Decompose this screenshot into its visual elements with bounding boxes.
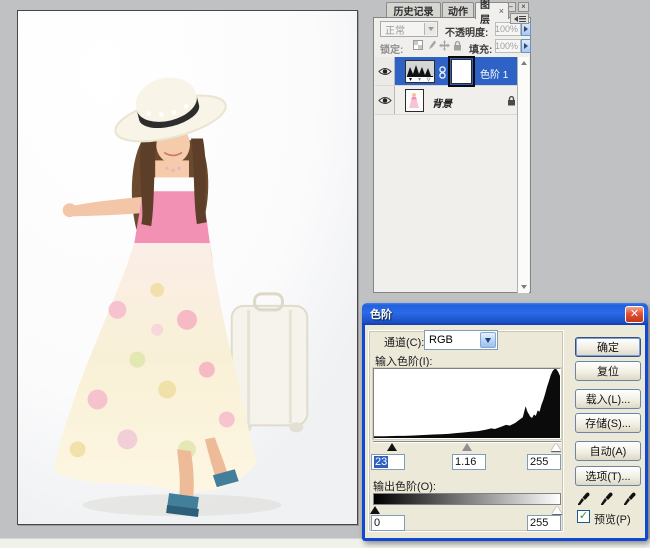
black-point-eyedropper-icon[interactable] bbox=[574, 489, 592, 507]
output-white-value: 255 bbox=[530, 517, 548, 529]
histogram-box bbox=[373, 368, 561, 439]
dialog-title: 色阶 bbox=[370, 306, 392, 322]
levels-adjustment-thumbnail[interactable] bbox=[405, 60, 435, 83]
reset-button[interactable]: 复位 bbox=[575, 361, 641, 381]
input-white-value: 255 bbox=[530, 456, 548, 468]
scroll-up-icon[interactable] bbox=[519, 58, 529, 68]
output-black-slider[interactable] bbox=[370, 506, 380, 514]
tab-layers-label: 图层 bbox=[480, 0, 496, 26]
output-gradient-bar bbox=[373, 493, 561, 505]
layers-scrollbar[interactable] bbox=[517, 57, 529, 293]
preview-label: 预览(P) bbox=[594, 511, 631, 527]
output-white-field[interactable]: 255 bbox=[527, 515, 561, 531]
visibility-cell[interactable] bbox=[375, 86, 395, 114]
check-icon: ✓ bbox=[579, 511, 588, 522]
layer-locked-icon bbox=[507, 95, 516, 106]
white-point-eyedropper-icon[interactable] bbox=[620, 489, 638, 507]
input-gamma-field[interactable]: 1.16 bbox=[452, 454, 486, 470]
channel-label: 通道(C): bbox=[384, 334, 424, 350]
lock-label: 锁定: bbox=[380, 41, 403, 56]
input-black-field[interactable]: 23 bbox=[371, 454, 405, 470]
background-layer-thumbnail[interactable] bbox=[405, 89, 424, 112]
channel-value: RGB bbox=[429, 334, 453, 346]
menu-arrow-icon bbox=[514, 16, 518, 22]
fill-value: 100% bbox=[495, 41, 518, 51]
input-levels-label: 输入色阶(I): bbox=[375, 353, 432, 369]
dialog-titlebar[interactable]: 色阶 ✕ bbox=[362, 303, 648, 325]
photoshop-workspace: – × 历史记录 动作 图层 × 正常 不透明度: bbox=[0, 0, 650, 548]
output-levels-label: 输出色阶(O): bbox=[373, 478, 436, 494]
lock-pixels-brush-icon[interactable] bbox=[425, 39, 437, 51]
levels-dialog: 色阶 ✕ 通道(C): RGB 输入色阶(I): 23 1.16 255 bbox=[362, 303, 648, 541]
preview-checkbox[interactable]: ✓ bbox=[577, 510, 590, 523]
lock-icons-row bbox=[412, 39, 466, 53]
output-white-slider[interactable] bbox=[552, 506, 562, 514]
lock-all-padlock-icon[interactable] bbox=[451, 39, 463, 51]
tab-history-label: 历史记录 bbox=[394, 3, 434, 18]
close-icon: ✕ bbox=[630, 309, 639, 320]
tab-layers[interactable]: 图层 × bbox=[475, 2, 509, 19]
lock-position-move-icon[interactable] bbox=[438, 39, 450, 51]
input-gamma-value: 1.16 bbox=[455, 456, 476, 468]
blend-mode-select[interactable]: 正常 bbox=[380, 21, 438, 37]
layers-panel: – × 历史记录 动作 图层 × 正常 不透明度: bbox=[373, 0, 531, 293]
layer-row-background[interactable]: 背景 bbox=[375, 86, 519, 115]
channel-select[interactable]: RGB bbox=[424, 330, 498, 350]
scroll-down-icon[interactable] bbox=[519, 282, 529, 292]
opacity-slider-button[interactable] bbox=[521, 22, 531, 36]
ok-button[interactable]: 确定 bbox=[575, 337, 641, 357]
load-button[interactable]: 载入(L)... bbox=[575, 389, 641, 409]
input-white-slider[interactable] bbox=[551, 443, 561, 451]
input-white-field[interactable]: 255 bbox=[527, 454, 561, 470]
output-black-field[interactable]: 0 bbox=[371, 515, 405, 531]
opacity-value: 100% bbox=[495, 24, 518, 34]
photo-artwork bbox=[18, 11, 357, 524]
fill-slider-button[interactable] bbox=[521, 39, 531, 53]
options-button[interactable]: 选项(T)... bbox=[575, 466, 641, 486]
input-black-slider[interactable] bbox=[387, 443, 397, 451]
chevron-down-icon bbox=[424, 23, 436, 35]
fill-label: 填充: bbox=[469, 41, 492, 56]
mini-photo-icon bbox=[406, 90, 423, 111]
fill-value-box[interactable]: 100% bbox=[495, 39, 521, 53]
chevron-down-icon bbox=[480, 332, 496, 348]
eye-icon bbox=[378, 67, 392, 76]
opacity-label: 不透明度: bbox=[445, 24, 488, 39]
visibility-cell[interactable] bbox=[375, 57, 395, 85]
opacity-value-box[interactable]: 100% bbox=[495, 22, 521, 36]
save-button[interactable]: 存储(S)... bbox=[575, 413, 641, 433]
tab-close-icon[interactable]: × bbox=[499, 6, 504, 16]
input-gamma-slider[interactable] bbox=[462, 443, 472, 451]
histogram-chart bbox=[374, 369, 560, 438]
document-canvas[interactable] bbox=[17, 10, 358, 525]
mask-link-icon[interactable] bbox=[439, 66, 446, 79]
lock-transparency-icon[interactable] bbox=[412, 39, 424, 51]
panel-tabs: 历史记录 动作 图层 × bbox=[373, 2, 531, 18]
eye-icon bbox=[378, 96, 392, 105]
output-black-value: 0 bbox=[374, 517, 380, 529]
dialog-close-button[interactable]: ✕ bbox=[625, 306, 644, 323]
mini-histogram-icon bbox=[406, 61, 434, 82]
layers-panel-body: 正常 不透明度: 100% 锁定: bbox=[373, 17, 531, 293]
layer-row-levels[interactable]: 色阶 1 bbox=[375, 57, 519, 86]
auto-button[interactable]: 自动(A) bbox=[575, 441, 641, 461]
tab-actions[interactable]: 动作 bbox=[442, 2, 474, 18]
input-black-value: 23 bbox=[374, 456, 388, 468]
tab-history[interactable]: 历史记录 bbox=[386, 2, 441, 18]
gray-point-eyedropper-icon[interactable] bbox=[597, 489, 615, 507]
tab-actions-label: 动作 bbox=[448, 3, 468, 18]
layer-name-levels: 色阶 1 bbox=[480, 66, 508, 81]
blend-mode-value: 正常 bbox=[385, 22, 405, 37]
layer-mask-thumbnail[interactable] bbox=[451, 59, 472, 84]
menu-lines-icon bbox=[519, 16, 526, 22]
panel-menu-button[interactable] bbox=[510, 13, 529, 24]
layer-name-background: 背景 bbox=[432, 95, 452, 110]
